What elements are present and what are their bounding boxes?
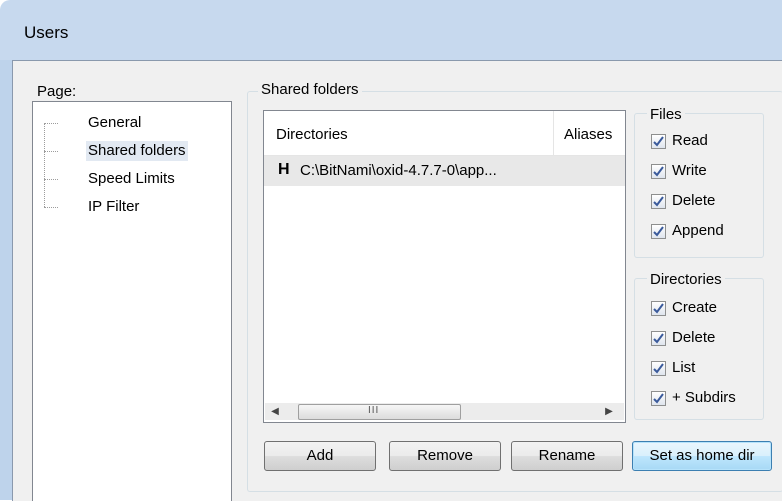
tree-branch-line <box>44 151 58 152</box>
arrow-left-icon[interactable]: ◀ <box>267 403 283 420</box>
files-group-label: Files <box>647 106 685 123</box>
window-frame-left <box>0 60 12 500</box>
checkbox[interactable] <box>651 194 666 209</box>
checkbox[interactable] <box>651 224 666 239</box>
page-tree[interactable]: General Shared folders Speed Limits IP F… <box>32 101 232 501</box>
tree-branch-line <box>44 179 58 180</box>
column-header-aliases[interactable]: Aliases <box>564 126 612 143</box>
page-label: Page: <box>37 83 77 100</box>
checkbox-label: Append <box>672 222 724 239</box>
horizontal-scrollbar[interactable]: ◀ III ▶ <box>265 403 624 420</box>
directories-group-label: Directories <box>647 271 725 288</box>
rename-button[interactable]: Rename <box>511 441 623 471</box>
tree-connector-line <box>44 123 45 207</box>
checkbox[interactable] <box>651 331 666 346</box>
checkbox[interactable] <box>651 134 666 149</box>
checkbox-label: Create <box>672 299 718 316</box>
checkbox[interactable] <box>651 301 666 316</box>
directory-path: C:\BitNami\oxid-4.7.7-0\app... <box>300 162 497 179</box>
scrollbar-thumb[interactable]: III <box>298 404 461 420</box>
tree-branch-line <box>44 123 58 124</box>
checkbox[interactable] <box>651 391 666 406</box>
shared-folders-group-label: Shared folders <box>258 81 362 98</box>
window-titlebar[interactable]: Users <box>0 0 782 60</box>
tree-item-label: Speed Limits <box>88 170 175 187</box>
list-header: Directories Aliases <box>264 111 625 156</box>
checkmark-icon <box>653 166 664 177</box>
checkbox-label: Write <box>672 162 707 179</box>
checkmark-icon <box>653 136 664 147</box>
add-button[interactable]: Add <box>264 441 376 471</box>
checkmark-icon <box>653 196 664 207</box>
checkbox-label: Read <box>672 132 708 149</box>
tree-item-label: General <box>88 114 142 131</box>
checkbox-label: + Subdirs <box>672 389 736 406</box>
set-home-dir-button[interactable]: Set as home dir <box>632 441 772 471</box>
window-title: Users <box>24 23 69 42</box>
checkmark-icon <box>653 333 664 344</box>
shared-folders-list[interactable]: Directories Aliases H C:\BitNami\oxid-4.… <box>263 110 626 423</box>
list-row[interactable]: H C:\BitNami\oxid-4.7.7-0\app... <box>264 156 625 186</box>
home-dir-marker: H <box>278 161 290 178</box>
column-header-directories[interactable]: Directories <box>276 126 348 143</box>
checkbox[interactable] <box>651 164 666 179</box>
tree-item-label: IP Filter <box>88 198 140 215</box>
tree-branch-line <box>44 207 58 208</box>
checkmark-icon <box>653 393 664 404</box>
remove-button[interactable]: Remove <box>389 441 501 471</box>
checkbox-label: Delete <box>672 192 716 209</box>
tree-item-label: Shared folders <box>86 141 188 161</box>
scrollbar-grip: III <box>368 405 380 416</box>
column-divider[interactable] <box>553 111 554 155</box>
checkbox-label: List <box>672 359 696 376</box>
arrow-right-icon[interactable]: ▶ <box>601 403 617 420</box>
checkbox-label: Delete <box>672 329 716 346</box>
checkmark-icon <box>653 226 664 237</box>
checkmark-icon <box>653 363 664 374</box>
checkmark-icon <box>653 303 664 314</box>
checkbox[interactable] <box>651 361 666 376</box>
